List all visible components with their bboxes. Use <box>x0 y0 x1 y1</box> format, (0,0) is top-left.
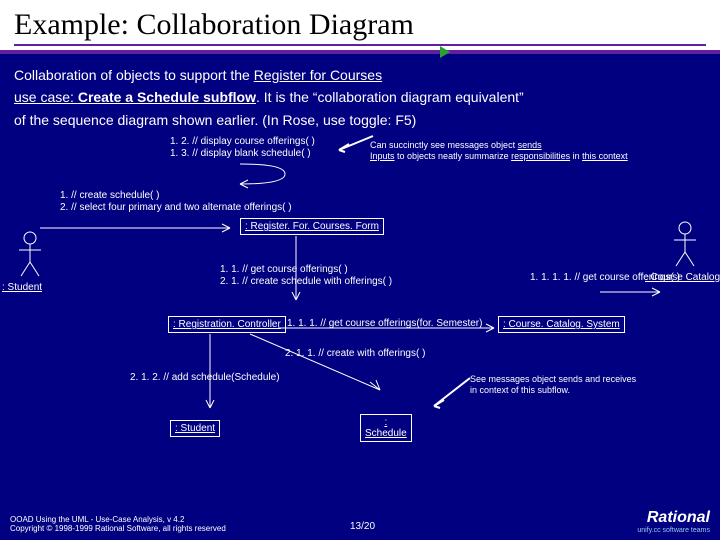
title-bar: Example: Collaboration Diagram <box>0 0 720 54</box>
desc-text: . It is the “collaboration diagram equiv… <box>256 89 524 105</box>
page-number: 13/20 <box>350 521 375 532</box>
arrow-down-icon <box>290 236 302 306</box>
desc-usecase: Register for Courses <box>254 67 382 83</box>
copyright: OOAD Using the UML - Use-Case Analysis, … <box>10 515 226 534</box>
msg-1111: 1. 1. 1. 1. // get course offerings( ) <box>530 272 680 285</box>
diagram-stage: 1. 2. // display course offerings( ) 1. … <box>0 130 720 490</box>
arrow-down-icon <box>200 334 220 414</box>
actor-student-label: : Student <box>2 282 42 295</box>
logo: Rational unify.cc software teams <box>637 509 710 534</box>
arrow-right-long-icon <box>278 310 498 322</box>
note-arrow-icon <box>335 130 375 154</box>
msg-select-offerings: 2. // select four primary and two altern… <box>60 202 292 215</box>
object-catalog-system: : Course. Catalog. System <box>498 316 625 333</box>
msg-display-blank: 1. 3. // display blank schedule( ) <box>170 148 311 161</box>
msg-create-with-offerings-21: 2. 1. // create schedule with offerings(… <box>220 276 392 289</box>
desc-text: use case: <box>14 89 78 105</box>
note-bottom: See messages object sends and receives i… <box>470 374 636 397</box>
actor-catalog-icon <box>670 220 700 270</box>
actor-student-icon <box>15 230 45 280</box>
object-student: : Student <box>170 420 220 437</box>
msg-create-schedule: 1. // create schedule( ) <box>60 190 160 203</box>
msg-get-offerings-11: 1. 1. // get course offerings( ) <box>220 264 348 277</box>
object-form: : Register. For. Courses. Form <box>240 218 384 235</box>
logo-tagline: unify.cc software teams <box>637 527 710 534</box>
play-icon <box>440 46 450 58</box>
arrow-right-icon <box>600 286 670 298</box>
note-top: Can succinctly see messages object sends… <box>370 140 628 163</box>
description: Collaboration of objects to support the … <box>0 54 720 131</box>
desc-text: of the sequence diagram shown earlier. (… <box>14 109 706 131</box>
logo-brand: Rational <box>637 509 710 527</box>
object-schedule: :Schedule <box>360 414 412 442</box>
page-title: Example: Collaboration Diagram <box>14 8 706 46</box>
arrow-right-icon <box>40 222 240 234</box>
note-arrow-icon <box>430 374 474 410</box>
footer: OOAD Using the UML - Use-Case Analysis, … <box>0 498 720 540</box>
desc-text: Collaboration of objects to support the <box>14 67 254 83</box>
object-controller: : Registration. Controller <box>168 316 286 333</box>
desc-subflow: Create a Schedule subflow <box>78 89 256 105</box>
self-arrow-icon <box>230 162 290 186</box>
arrow-diag-icon <box>250 334 390 394</box>
msg-display-offerings: 1. 2. // display course offerings( ) <box>170 136 315 149</box>
